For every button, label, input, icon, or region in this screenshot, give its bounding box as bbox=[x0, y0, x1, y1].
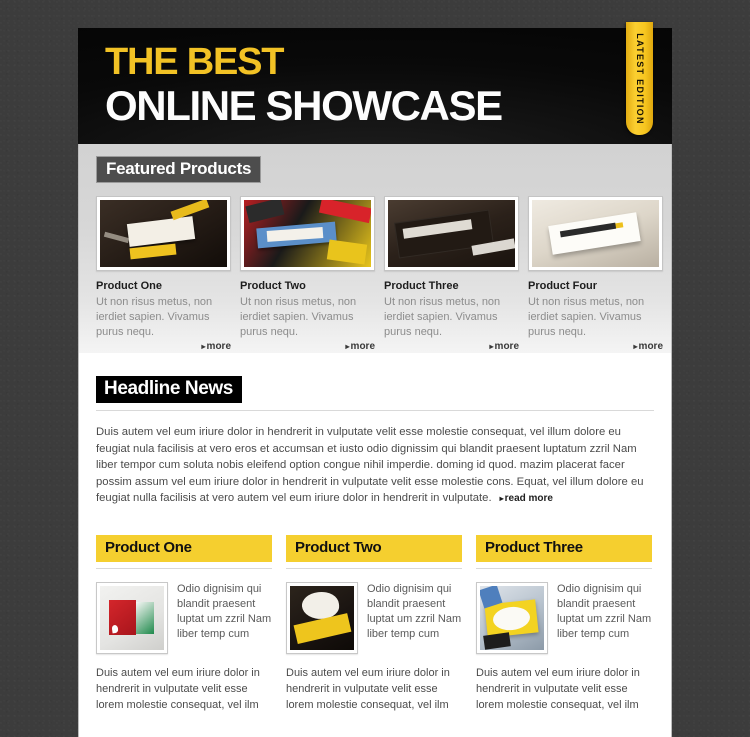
product-description: Ut non risus metus, non ierdiet sapien. … bbox=[384, 296, 501, 338]
product-column: Product Two Odio dignisim qui blandit pr… bbox=[286, 534, 462, 713]
page-title-line-1: THE BEST bbox=[105, 41, 285, 83]
product-thumbnail[interactable] bbox=[384, 196, 519, 271]
arrow-right-icon: ▸ bbox=[489, 342, 494, 351]
more-link[interactable]: ▸more bbox=[240, 341, 375, 352]
column-top-row: Odio dignisim qui blandit praesent lupta… bbox=[286, 581, 462, 654]
more-link[interactable]: ▸more bbox=[384, 341, 519, 352]
main-content: Headline News Duis autem vel eum iriure … bbox=[78, 353, 672, 737]
arrow-right-icon: ▸ bbox=[345, 342, 350, 351]
product-description: Ut non risus metus, non ierdiet sapien. … bbox=[240, 296, 357, 338]
arrow-right-icon: ▸ bbox=[499, 494, 504, 503]
featured-product-card[interactable]: Product Three Ut non risus metus, non ie… bbox=[384, 196, 519, 352]
more-link[interactable]: ▸more bbox=[96, 341, 231, 352]
product-description: Ut non risus metus, non ierdiet sapien. … bbox=[96, 296, 213, 338]
column-divider bbox=[286, 567, 462, 569]
rockable-sticker-image bbox=[290, 585, 354, 650]
heading-divider bbox=[96, 410, 654, 411]
column-heading: Product Two bbox=[286, 534, 462, 562]
read-more-link[interactable]: ▸read more bbox=[500, 493, 553, 504]
header-banner: THE BEST ONLINE SHOWCASE LATEST EDITION bbox=[78, 22, 672, 144]
showcase-page: THE BEST ONLINE SHOWCASE LATEST EDITION … bbox=[78, 22, 672, 737]
more-link[interactable]: ▸more bbox=[528, 341, 663, 352]
page-title-line-2: ONLINE SHOWCASE bbox=[105, 82, 503, 129]
product-thumbnail[interactable] bbox=[528, 196, 663, 271]
product-columns: Product One Odio dignisim qui blandit pr… bbox=[96, 534, 654, 713]
ribbon-label: LATEST EDITION bbox=[634, 32, 645, 125]
featured-product-card[interactable]: Product One Ut non risus metus, non ierd… bbox=[96, 196, 231, 352]
featured-products-section: Featured Products Product One Ut non ris… bbox=[78, 144, 672, 353]
product-description: Ut non risus metus, non ierdiet sapien. … bbox=[528, 296, 645, 338]
column-divider bbox=[96, 567, 272, 569]
read-more-label: read more bbox=[504, 493, 553, 504]
headline-news-heading: Headline News bbox=[96, 376, 242, 403]
product-column: Product One Odio dignisim qui blandit pr… bbox=[96, 534, 272, 713]
more-label: more bbox=[206, 341, 231, 352]
headline-news-body: Duis autem vel eum iriure dolor in hendr… bbox=[96, 424, 654, 508]
arrow-right-icon: ▸ bbox=[201, 342, 206, 351]
say-it-in-print-image bbox=[244, 200, 371, 267]
business-cards-image bbox=[100, 200, 227, 267]
featured-products-grid: Product One Ut non risus metus, non ierd… bbox=[96, 196, 663, 352]
product-name: Product Two bbox=[240, 280, 306, 292]
featured-products-heading: Featured Products bbox=[96, 156, 262, 183]
column-body: Duis autem vel eum iriure dolor in hendr… bbox=[476, 666, 640, 711]
product-name: Product Three bbox=[384, 280, 459, 292]
product-thumbnail[interactable] bbox=[96, 196, 231, 271]
featured-product-card[interactable]: Product Four Ut non risus metus, non ier… bbox=[528, 196, 663, 352]
column-thumbnail[interactable] bbox=[476, 581, 548, 654]
column-divider bbox=[476, 567, 652, 569]
product-thumbnail[interactable] bbox=[240, 196, 375, 271]
news-body-text: Duis autem vel eum iriure dolor in hendr… bbox=[96, 426, 644, 504]
more-label: more bbox=[638, 341, 663, 352]
i-love-print-image bbox=[480, 585, 544, 650]
column-top-row: Odio dignisim qui blandit praesent lupta… bbox=[96, 581, 272, 654]
column-thumbnail[interactable] bbox=[286, 581, 358, 654]
product-name: Product Four bbox=[528, 280, 598, 292]
minicards-box-image bbox=[100, 585, 164, 650]
column-top-row: Odio dignisim qui blandit praesent lupta… bbox=[476, 581, 652, 654]
column-snippet: Odio dignisim qui blandit praesent lupta… bbox=[177, 582, 272, 641]
card-stack-image bbox=[532, 200, 659, 267]
graphics-book-image bbox=[388, 200, 515, 267]
more-label: more bbox=[350, 341, 375, 352]
product-name: Product One bbox=[96, 280, 163, 292]
arrow-right-icon: ▸ bbox=[633, 342, 638, 351]
column-snippet: Odio dignisim qui blandit praesent lupta… bbox=[367, 582, 462, 641]
column-thumbnail[interactable] bbox=[96, 581, 168, 654]
column-snippet: Odio dignisim qui blandit praesent lupta… bbox=[557, 582, 652, 641]
product-column: Product Three Odio dignisim qui blandit … bbox=[476, 534, 652, 713]
header-title-group: THE BEST ONLINE SHOWCASE bbox=[105, 42, 672, 129]
featured-product-card[interactable]: Product Two Ut non risus metus, non ierd… bbox=[240, 196, 375, 352]
column-heading: Product One bbox=[96, 534, 272, 562]
latest-edition-ribbon: LATEST EDITION bbox=[626, 22, 653, 135]
column-heading: Product Three bbox=[476, 534, 652, 562]
column-body: Duis autem vel eum iriure dolor in hendr… bbox=[286, 666, 450, 711]
more-label: more bbox=[494, 341, 519, 352]
column-body: Duis autem vel eum iriure dolor in hendr… bbox=[96, 666, 260, 711]
